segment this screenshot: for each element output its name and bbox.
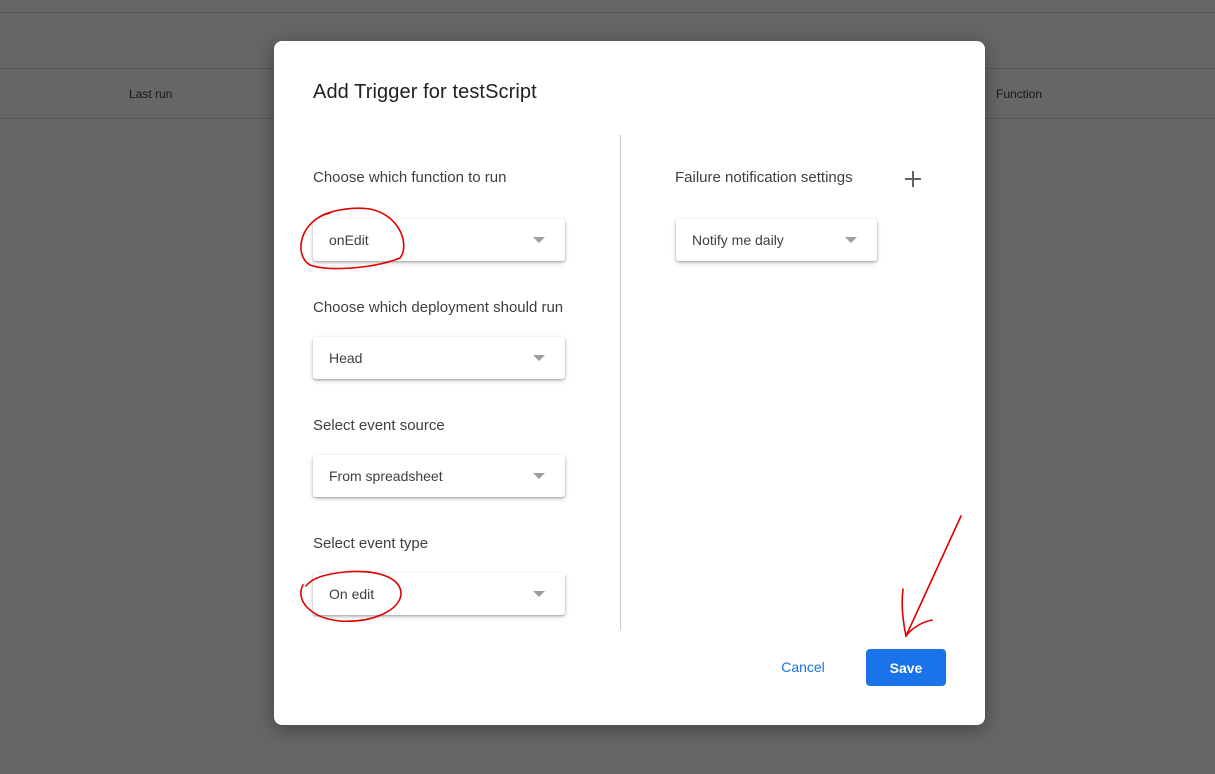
function-select-value: onEdit	[329, 232, 369, 248]
save-button[interactable]: Save	[866, 649, 946, 686]
failure-notification-select[interactable]: Notify me daily	[676, 219, 877, 261]
dropdown-arrow-icon	[533, 591, 545, 597]
function-select[interactable]: onEdit	[313, 219, 565, 261]
deployment-label: Choose which deployment should run	[313, 299, 564, 316]
deployment-select[interactable]: Head	[313, 337, 565, 379]
dropdown-arrow-icon	[533, 473, 545, 479]
dialog-title: Add Trigger for testScript	[313, 81, 537, 103]
column-divider	[620, 135, 621, 630]
dropdown-arrow-icon	[533, 355, 545, 361]
event-type-select-value: On edit	[329, 586, 375, 602]
function-label: Choose which function to run	[313, 169, 507, 186]
cancel-button[interactable]: Cancel	[767, 649, 839, 685]
failure-notification-select-value: Notify me daily	[692, 232, 784, 248]
add-trigger-dialog: Add Trigger for testScript Choose which …	[274, 41, 985, 725]
dropdown-arrow-icon	[533, 237, 545, 243]
event-type-label: Select event type	[313, 535, 429, 552]
plus-icon[interactable]	[902, 168, 924, 190]
event-type-select[interactable]: On edit	[313, 573, 565, 615]
event-source-label: Select event source	[313, 417, 445, 434]
event-source-select-value: From spreadsheet	[329, 468, 443, 484]
failure-notification-label: Failure notification settings	[675, 169, 853, 186]
deployment-select-value: Head	[329, 350, 363, 366]
event-source-select[interactable]: From spreadsheet	[313, 455, 565, 497]
dropdown-arrow-icon	[845, 237, 857, 243]
